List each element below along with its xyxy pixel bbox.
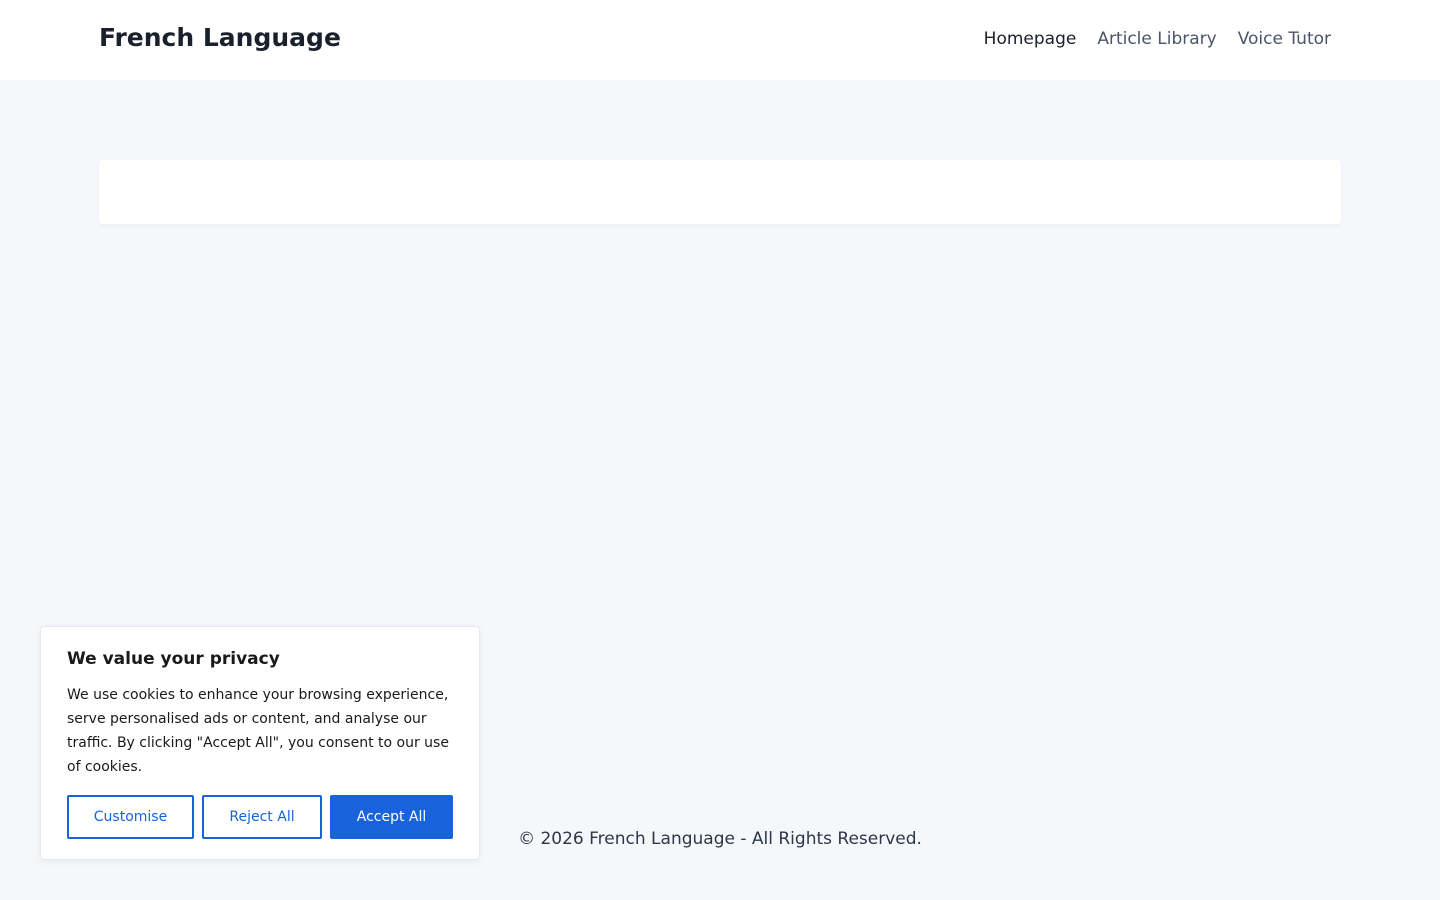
main-nav: Homepage Article Library Voice Tutor — [984, 27, 1331, 51]
site-header: French Language Homepage Article Library… — [0, 0, 1440, 80]
accept-all-button[interactable]: Accept All — [330, 795, 453, 839]
site-title[interactable]: French Language — [99, 21, 341, 55]
cookie-consent-banner: We value your privacy We use cookies to … — [40, 626, 480, 860]
nav-article-library[interactable]: Article Library — [1097, 27, 1216, 51]
cookie-banner-actions: Customise Reject All Accept All — [67, 795, 453, 839]
customise-button[interactable]: Customise — [67, 795, 194, 839]
reject-all-button[interactable]: Reject All — [202, 795, 322, 839]
cookie-banner-title: We value your privacy — [67, 649, 280, 669]
nav-voice-tutor[interactable]: Voice Tutor — [1238, 27, 1331, 51]
nav-homepage[interactable]: Homepage — [984, 27, 1077, 51]
content-card — [99, 160, 1341, 224]
cookie-banner-text: We use cookies to enhance your browsing … — [67, 687, 449, 775]
